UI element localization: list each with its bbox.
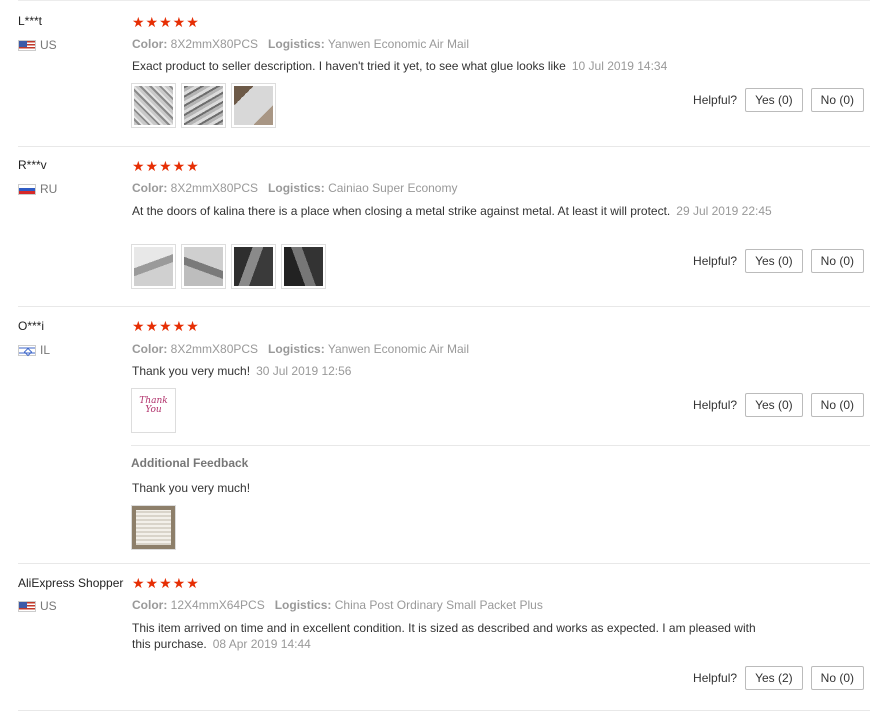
review-photo[interactable] [231,83,276,128]
color-label: Color: [132,181,168,195]
additional-feedback-text: Thank you very much! [132,481,251,495]
us-flag-icon [18,600,36,612]
color-value: 8X2mmX80PCS [170,342,259,356]
ru-flag-icon [18,183,36,195]
logistics-label: Logistics: [268,181,325,195]
reviewer-name: L***t [18,14,43,28]
logistics-label: Logistics: [274,598,332,612]
logistics-value: China Post Ordinary Small Packet Plus [334,598,543,612]
reviewer-name: O***i [18,319,45,333]
review-photo[interactable] [131,244,176,289]
review-divider [18,710,870,711]
review-divider [18,306,870,307]
additional-feedback-divider [131,445,870,446]
helpful-controls: Helpful? Yes (0) No (0) [693,88,864,112]
review-photo[interactable] [181,244,226,289]
helpful-yes-button[interactable]: Yes (0) [745,393,803,417]
additional-feedback-title: Additional Feedback [131,456,249,470]
review-divider [18,563,870,564]
review-text-block: At the doors of kalina there is a place … [132,203,772,219]
helpful-label: Helpful? [693,671,738,685]
color-label: Color: [132,342,168,356]
review-date: 30 Jul 2019 12:56 [256,364,352,378]
helpful-yes-button[interactable]: Yes (0) [745,88,803,112]
helpful-yes-button[interactable]: Yes (2) [745,666,803,690]
review-photo[interactable] [181,83,226,128]
country-code: US [40,38,57,52]
helpful-controls: Helpful? Yes (0) No (0) [693,393,864,417]
review-photos [131,83,276,128]
review-attributes: Color: 8X2mmX80PCS Logistics: Cainiao Sup… [132,181,457,195]
review-date: 29 Jul 2019 22:45 [676,204,772,218]
us-flag-icon [18,39,36,51]
logistics-label: Logistics: [268,37,325,51]
additional-photos [131,505,176,550]
helpful-yes-button[interactable]: Yes (0) [745,249,803,273]
review-attributes: Color: 8X2mmX80PCS Logistics: Yanwen Econ… [132,37,469,51]
logistics-value: Yanwen Economic Air Mail [327,37,470,51]
il-flag-icon [18,344,36,356]
review-attributes: Color: 8X2mmX80PCS Logistics: Yanwen Econ… [132,342,469,356]
helpful-label: Helpful? [693,93,738,107]
helpful-no-button[interactable]: No (0) [810,666,864,690]
review-attributes: Color: 12X4mmX64PCS Logistics: China Post… [132,598,543,612]
helpful-no-button[interactable]: No (0) [810,249,864,273]
review-text: At the doors of kalina there is a place … [132,204,671,218]
logistics-label: Logistics: [268,342,325,356]
helpful-no-button[interactable]: No (0) [810,88,864,112]
country-code: IL [40,343,51,357]
review-text: Exact product to seller description. I h… [132,59,566,73]
review-date: 08 Apr 2019 14:44 [212,637,311,651]
review-photos: Thank You [131,388,176,433]
color-value: 8X2mmX80PCS [170,181,259,195]
helpful-controls: Helpful? Yes (2) No (0) [693,666,864,690]
review-photo[interactable] [131,83,176,128]
rating-stars: ★★★★★ [132,575,200,591]
country-code: RU [40,182,58,196]
review-text-block: This item arrived on time and in excelle… [132,620,772,652]
top-divider [18,0,870,1]
color-label: Color: [132,37,168,51]
review-text-block: Thank you very much! 30 Jul 2019 12:56 [132,363,772,379]
rating-stars: ★★★★★ [132,14,200,30]
review-date: 10 Jul 2019 14:34 [571,59,668,73]
helpful-no-button[interactable]: No (0) [810,393,864,417]
logistics-value: Yanwen Economic Air Mail [327,342,470,356]
helpful-label: Helpful? [693,254,738,268]
rating-stars: ★★★★★ [132,158,200,174]
review-divider [18,146,870,147]
review-photo[interactable] [231,244,276,289]
review-photo[interactable] [131,505,176,550]
country-code: US [40,599,57,613]
reviewer-country: US [18,599,57,613]
reviewer-name: AliExpress Shopper [18,576,124,590]
color-label: Color: [132,598,168,612]
color-value: 12X4mmX64PCS [170,598,265,612]
review-photos [131,244,326,289]
review-text: Thank you very much! [132,364,251,378]
review-photo[interactable] [281,244,326,289]
reviewer-name: R***v [18,158,47,172]
reviewer-country: IL [18,343,50,357]
reviewer-country: US [18,38,57,52]
thank-you-image: Thank You [134,391,173,430]
logistics-value: Cainiao Super Economy [328,181,458,195]
helpful-label: Helpful? [693,398,738,412]
review-text-block: Exact product to seller description. I h… [132,58,772,74]
reviewer-country: RU [18,182,57,196]
rating-stars: ★★★★★ [132,318,200,334]
review-photo[interactable]: Thank You [131,388,176,433]
color-value: 8X2mmX80PCS [170,37,259,51]
helpful-controls: Helpful? Yes (0) No (0) [693,249,864,273]
